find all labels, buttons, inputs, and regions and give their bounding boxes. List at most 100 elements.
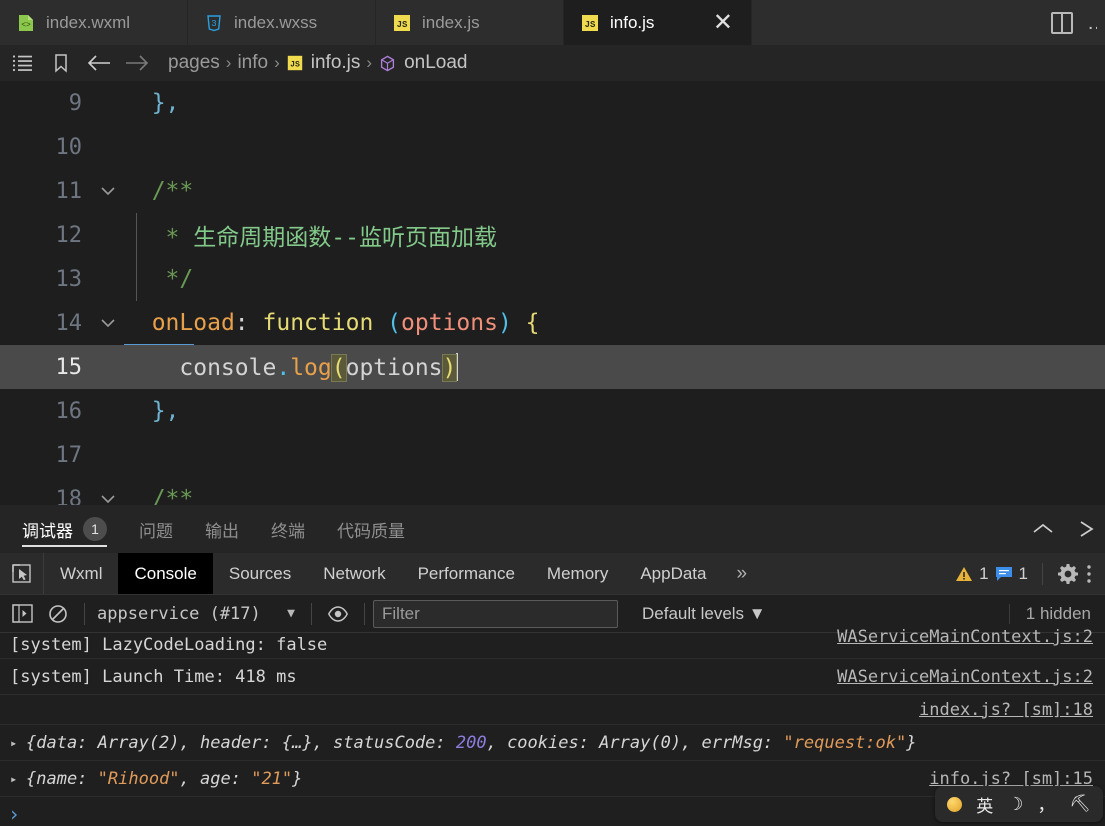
panel-tab-code-quality[interactable]: 代码质量: [321, 505, 421, 553]
sogou-logo-icon[interactable]: [947, 796, 963, 812]
outline-list-icon[interactable]: [6, 48, 40, 78]
tools-icon[interactable]: ⛏: [1069, 794, 1091, 814]
panel-tab-problems[interactable]: 问题: [123, 505, 189, 553]
devtools-tab-appdata[interactable]: AppData: [624, 553, 722, 594]
editor-tab-index-wxss[interactable]: 3 index.wxss: [188, 0, 376, 45]
devtools-tab-network[interactable]: Network: [307, 553, 401, 594]
panel-tab-terminal[interactable]: 终端: [255, 505, 321, 553]
more-actions-icon[interactable]: …: [1087, 13, 1097, 33]
console-row[interactable]: index.js? [sm]:18: [0, 695, 1105, 725]
code-text: console.log(options): [179, 353, 459, 382]
svg-text:<>: <>: [21, 21, 31, 30]
indent-guide: [136, 213, 137, 257]
vscode-window: <> index.wxml 3 index.wxss JS index.js J…: [0, 0, 1105, 826]
editor-tab-info-js[interactable]: JS info.js ✕: [564, 0, 752, 45]
code-line[interactable]: 16 },: [0, 389, 1105, 433]
close-icon[interactable]: [1075, 520, 1097, 538]
more-vertical-icon[interactable]: [1085, 563, 1093, 585]
code-line[interactable]: 12 * 生命周期函数--监听页面加载: [0, 213, 1105, 257]
ime-mode-label[interactable]: 英: [976, 792, 993, 817]
message-count-group[interactable]: 1: [995, 564, 1028, 584]
code-line[interactable]: 14 onLoad: function (options) {: [0, 301, 1105, 345]
console-hidden-count: 1 hidden: [1008, 603, 1105, 624]
devtools-more-tabs-icon[interactable]: »: [723, 553, 762, 594]
panel-tab-label: 调试器: [22, 521, 73, 541]
breadcrumb-item-pages[interactable]: pages: [168, 52, 220, 74]
code-text: * 生命周期函数--监听页面加载: [124, 225, 497, 251]
breadcrumb: pages › info › JS info.js › onLoad: [168, 52, 467, 74]
code-text: onLoad: function (options) {: [151, 310, 540, 336]
split-editor-icon[interactable]: [1051, 11, 1073, 34]
inspect-element-icon[interactable]: [0, 553, 44, 594]
fold-chevron-icon[interactable]: [92, 183, 124, 199]
console-levels-select[interactable]: Default levels ▼: [632, 604, 776, 624]
code-line[interactable]: 13 */: [0, 257, 1105, 301]
breadcrumb-item-info[interactable]: info: [237, 52, 268, 74]
line-number: 11: [55, 178, 83, 204]
devtools-tab-sources[interactable]: Sources: [213, 553, 307, 594]
line-number: 15: [55, 354, 83, 380]
devtools-tab-performance[interactable]: Performance: [402, 553, 531, 594]
devtools-tab-bar: Wxml Console Sources Network Performance…: [0, 553, 1105, 595]
moon-icon[interactable]: ☽: [1007, 794, 1023, 815]
code-text: /**: [151, 486, 194, 505]
console-row[interactable]: [system] Launch Time: 418 ms WAServiceMai…: [0, 659, 1105, 695]
clear-console-icon[interactable]: [40, 595, 76, 633]
code-editor[interactable]: 9 }, 10 11 /** 12 * 生命周期函数--监听页面加载 13 */14 o…: [0, 81, 1105, 505]
chevron-up-icon[interactable]: [1031, 521, 1055, 537]
breadcrumb-item-info-js[interactable]: JS info.js: [286, 52, 360, 74]
devtools-tab-wxml[interactable]: Wxml: [44, 553, 118, 594]
code-line[interactable]: 11 /**: [0, 169, 1105, 213]
warning-count-group[interactable]: 1: [955, 564, 989, 584]
js-file-icon: JS: [287, 55, 302, 71]
expand-triangle-icon[interactable]: ▸: [10, 772, 26, 786]
js-file-icon: JS: [582, 14, 598, 31]
console-source-link[interactable]: WAServiceMainContext.js:2: [837, 627, 1093, 647]
ime-toolbar[interactable]: 英 ☽ ， ⛏: [935, 786, 1103, 822]
breadcrumb-separator: ›: [366, 53, 373, 72]
code-line[interactable]: 9 },: [0, 81, 1105, 125]
console-sidebar-icon[interactable]: [4, 595, 40, 633]
code-lines-container: 9 }, 10 11 /** 12 * 生命周期函数--监听页面加载 13 */14 o…: [0, 81, 1105, 505]
breadcrumb-item-onload[interactable]: onLoad: [378, 52, 467, 74]
editor-tab-index-wxml[interactable]: <> index.wxml: [0, 0, 188, 45]
gear-icon[interactable]: [1057, 563, 1079, 585]
punctuation-icon[interactable]: ，: [1037, 791, 1055, 817]
console-source-link[interactable]: index.js? [sm]:18: [919, 700, 1093, 720]
live-expression-icon[interactable]: [320, 595, 356, 633]
expand-triangle-icon[interactable]: ▸: [10, 736, 26, 750]
panel-tab-debugger[interactable]: 调试器 1: [16, 505, 123, 553]
devtools-tab-memory[interactable]: Memory: [531, 553, 624, 594]
editor-tab-index-js[interactable]: JS index.js: [376, 0, 564, 45]
panel-tab-output[interactable]: 输出: [189, 505, 255, 553]
svg-text:3: 3: [211, 19, 216, 29]
fold-chevron-icon[interactable]: [92, 491, 124, 505]
panel-tab-badge: 1: [83, 517, 107, 541]
chevron-down-icon: ▼: [287, 606, 295, 621]
svg-text:JS: JS: [397, 20, 408, 30]
line-number: 13: [55, 266, 83, 292]
console-row[interactable]: ▸ {data: Array(2), header: {…}, statusCod…: [0, 725, 1105, 761]
breadcrumb-separator: ›: [274, 53, 280, 72]
console-filter-input[interactable]: [373, 599, 618, 628]
console-row[interactable]: [system] LazyCodeLoading: false WAService…: [0, 627, 1105, 659]
symbol-method-icon: [381, 55, 395, 71]
close-tab-icon[interactable]: ✕: [697, 10, 733, 35]
code-line[interactable]: 18 /**: [0, 477, 1105, 505]
code-line[interactable]: 17: [0, 433, 1105, 477]
console-context-select[interactable]: appservice (#17) ▼: [93, 604, 303, 624]
code-text: },: [151, 90, 180, 116]
arrow-left-icon[interactable]: [82, 48, 116, 78]
line-number: 18: [55, 486, 83, 506]
line-number: 14: [55, 310, 83, 336]
console-source-link[interactable]: WAServiceMainContext.js:2: [837, 667, 1093, 687]
arrow-right-icon[interactable]: [120, 48, 154, 78]
panel-tab-label: 问题: [139, 521, 173, 541]
code-line[interactable]: 10: [0, 125, 1105, 169]
code-line[interactable]: 15 console.log(options): [0, 344, 1105, 389]
divider: [84, 602, 85, 625]
devtools-tab-console[interactable]: Console: [118, 553, 213, 594]
fold-chevron-icon[interactable]: [92, 315, 124, 331]
svg-text:JS: JS: [585, 20, 596, 30]
bookmark-icon[interactable]: [44, 48, 78, 78]
